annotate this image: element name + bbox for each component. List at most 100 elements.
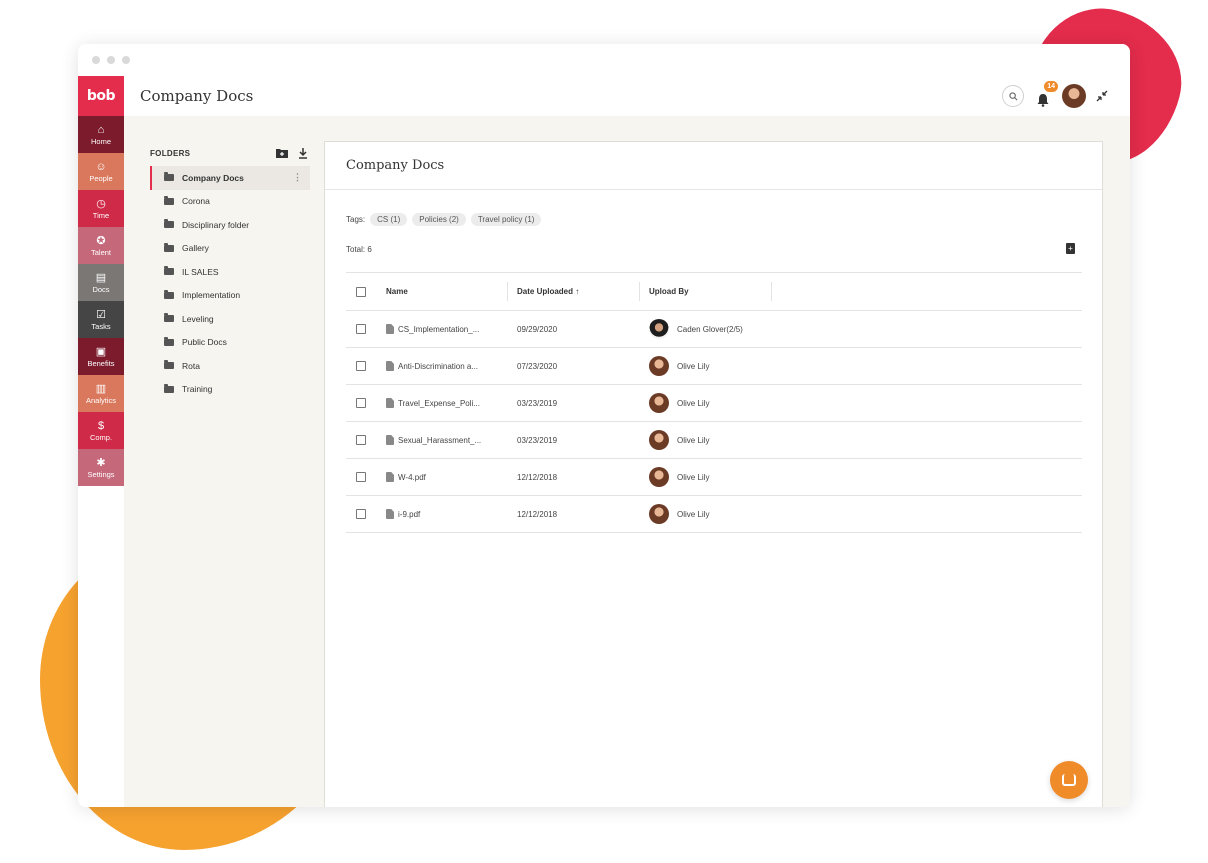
uploader-name: Olive Lily <box>677 361 710 371</box>
tags-label: Tags: <box>346 215 366 224</box>
bell-icon <box>1037 94 1049 107</box>
notifications-button[interactable]: 14 <box>1034 81 1058 107</box>
window-dot-minimize[interactable] <box>107 56 115 64</box>
table-row[interactable]: Anti-Discrimination a... 07/23/2020 Olive … <box>346 348 1082 385</box>
file-icon <box>386 509 394 519</box>
bob-logo[interactable]: bob <box>78 76 124 116</box>
sidebar-item-benefits[interactable]: ▣ Benefits <box>78 338 124 375</box>
folder-item[interactable]: Training <box>150 378 310 402</box>
docs-icon: ▤ <box>95 271 107 284</box>
uploader-avatar <box>649 430 669 450</box>
total-count: Total: 6 <box>346 245 372 254</box>
table-row[interactable]: Sexual_Harassment_... 03/23/2019 Olive Lil… <box>346 422 1082 459</box>
tag-chip[interactable]: Policies (2) <box>412 213 466 226</box>
tags-row: Tags: CS (1) Policies (2) Travel policy (1… <box>346 213 542 226</box>
clock-icon: ◷ <box>96 197 106 210</box>
uploader-avatar <box>649 319 669 339</box>
upload-date: 07/23/2020 <box>517 361 558 371</box>
file-name[interactable]: Travel_Expense_Poli... <box>398 399 480 408</box>
sidebar-item-settings[interactable]: ✱ Settings <box>78 449 124 486</box>
folder-icon <box>164 313 174 323</box>
folder-item[interactable]: Rota <box>150 354 310 378</box>
folder-icon <box>164 383 174 393</box>
sidebar-item-label: Talent <box>90 247 111 257</box>
table-row[interactable]: i-9.pdf 12/12/2018 Olive Lily <box>346 496 1082 533</box>
file-name[interactable]: W-4.pdf <box>398 473 426 482</box>
sidebar-item-time[interactable]: ◷ Time <box>78 190 124 227</box>
uploader-name: Olive Lily <box>677 435 710 445</box>
sidebar-item-analytics[interactable]: ▥ Analytics <box>78 375 124 412</box>
row-checkbox[interactable] <box>356 398 366 408</box>
add-file-icon[interactable]: + <box>1066 243 1075 254</box>
uploader-name: Olive Lily <box>677 398 710 408</box>
upload-date: 03/23/2019 <box>517 398 558 408</box>
folder-item[interactable]: IL SALES <box>150 260 310 284</box>
add-folder-icon[interactable] <box>276 148 288 158</box>
main-sidebar: ⌂ Home ☺ People ◷ Time ✪ Talent ▤ Docs ☑ Tasks ▣ Bene… <box>78 116 124 807</box>
sidebar-item-talent[interactable]: ✪ Talent <box>78 227 124 264</box>
gift-icon: ▣ <box>95 345 107 358</box>
row-checkbox[interactable] <box>356 509 366 519</box>
column-header-upload-by[interactable]: Upload By <box>640 282 772 301</box>
chat-icon <box>1062 774 1076 786</box>
file-name[interactable]: i-9.pdf <box>398 510 420 519</box>
tag-chip[interactable]: Travel policy (1) <box>470 213 542 226</box>
chat-button[interactable] <box>1050 761 1088 799</box>
home-icon: ⌂ <box>97 123 105 136</box>
file-name[interactable]: CS_Implementation_... <box>398 325 479 334</box>
uploader-avatar <box>649 504 669 524</box>
select-all-checkbox[interactable] <box>356 286 366 297</box>
page-title: Company Docs <box>140 87 254 105</box>
window-titlebar <box>78 44 1130 76</box>
folder-item[interactable]: Leveling <box>150 307 310 331</box>
window-dot-maximize[interactable] <box>122 56 130 64</box>
stage: bob Company Docs 14 ⌂ Home ☺ People ◷ Time ✪ Ta… <box>0 0 1208 863</box>
table-row[interactable]: CS_Implementation_... 09/29/2020 Caden Glo… <box>346 311 1082 348</box>
row-checkbox[interactable] <box>356 324 366 334</box>
user-avatar[interactable] <box>1062 84 1086 108</box>
folder-item[interactable]: Company Docs ⋮ <box>150 166 310 190</box>
folder-item[interactable]: Corona <box>150 190 310 214</box>
column-header-date[interactable]: Date Uploaded ↑ <box>508 282 640 301</box>
folder-label: Implementation <box>182 290 241 301</box>
sidebar-item-home[interactable]: ⌂ Home <box>78 116 124 153</box>
sidebar-item-docs[interactable]: ▤ Docs <box>78 264 124 301</box>
app-window: bob Company Docs 14 ⌂ Home ☺ People ◷ Time ✪ Ta… <box>78 44 1130 807</box>
analytics-icon: ▥ <box>95 382 107 395</box>
table-row[interactable]: W-4.pdf 12/12/2018 Olive Lily <box>346 459 1082 496</box>
window-dot-close[interactable] <box>92 56 100 64</box>
collapse-icon[interactable] <box>1096 90 1108 102</box>
row-checkbox[interactable] <box>356 472 366 482</box>
folder-item[interactable]: Disciplinary folder <box>150 213 310 237</box>
row-checkbox[interactable] <box>356 361 366 371</box>
folder-menu-icon[interactable]: ⋮ <box>293 172 302 183</box>
table-body: CS_Implementation_... 09/29/2020 Caden Glo… <box>346 311 1082 533</box>
folder-label: IL SALES <box>182 266 219 277</box>
folder-item[interactable]: Implementation <box>150 284 310 308</box>
folder-icon <box>164 266 174 276</box>
folder-label: Corona <box>182 196 210 207</box>
sidebar-item-people[interactable]: ☺ People <box>78 153 124 190</box>
sidebar-item-tasks[interactable]: ☑ Tasks <box>78 301 124 338</box>
folder-item[interactable]: Gallery <box>150 237 310 261</box>
file-icon <box>386 398 394 408</box>
download-icon[interactable] <box>298 147 308 159</box>
sidebar-item-comp[interactable]: $ Comp. <box>78 412 124 449</box>
tag-chip[interactable]: CS (1) <box>370 213 408 226</box>
folder-label: Company Docs <box>182 172 244 183</box>
uploader-name: Olive Lily <box>677 509 710 519</box>
file-name[interactable]: Sexual_Harassment_... <box>398 436 481 445</box>
uploader-name: Olive Lily <box>677 472 710 482</box>
table-row[interactable]: Travel_Expense_Poli... 03/23/2019 Olive Li… <box>346 385 1082 422</box>
people-icon: ☺ <box>95 160 107 173</box>
upload-date: 09/29/2020 <box>517 324 558 334</box>
folder-label: Rota <box>182 360 200 371</box>
file-name[interactable]: Anti-Discrimination a... <box>398 362 478 371</box>
column-header-name[interactable]: Name <box>386 282 508 301</box>
folder-item[interactable]: Public Docs <box>150 331 310 355</box>
file-icon <box>386 435 394 445</box>
row-checkbox[interactable] <box>356 435 366 445</box>
folder-label: Training <box>182 384 213 395</box>
sidebar-item-label: People <box>89 173 113 183</box>
search-button[interactable] <box>1002 85 1024 107</box>
